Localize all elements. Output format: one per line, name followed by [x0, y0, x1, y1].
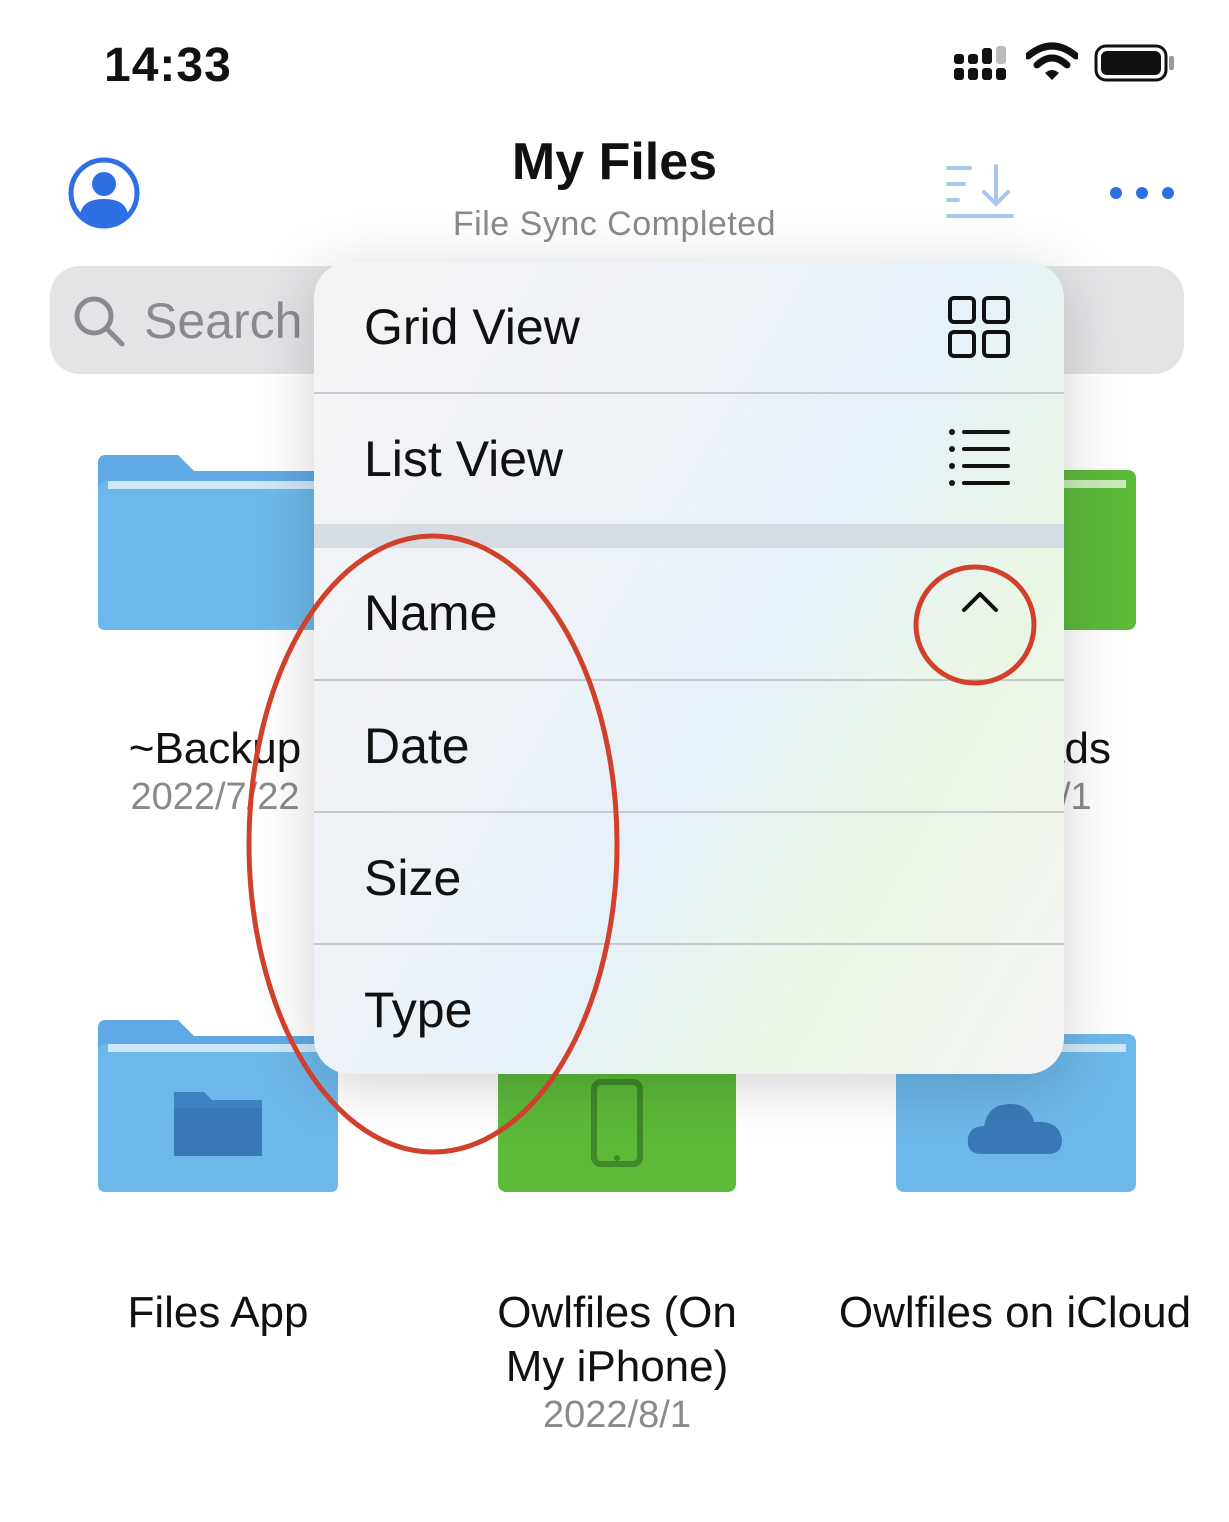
search-input[interactable]: Search [144, 292, 302, 350]
page-title: My Files [511, 133, 718, 191]
wifi-icon [1026, 42, 1078, 80]
folder-name: My iPhone) [505, 1342, 729, 1391]
folder-name: Files App [127, 1288, 309, 1337]
folder-name: Owlfiles (On [497, 1288, 737, 1337]
folder-date: 2022/8/1 [543, 1394, 691, 1436]
menu-item-grid-view[interactable]: Grid View [314, 262, 1064, 393]
menu-item-list-view[interactable]: List View [314, 394, 1064, 525]
list-icon [949, 429, 1010, 486]
grid-icon [948, 296, 1010, 358]
annotation-circle [913, 564, 1037, 686]
cellular-signal-icon [954, 46, 1006, 80]
annotation-ellipse [246, 533, 620, 1155]
folder-name: Owlfiles on iCloud [838, 1288, 1192, 1337]
status-time: 14:33 [104, 39, 232, 92]
sync-status: File Sync Completed [452, 205, 777, 243]
more-options-icon[interactable] [1108, 178, 1176, 208]
search-icon [74, 296, 125, 347]
menu-item-label: Grid View [364, 299, 580, 355]
sort-icon[interactable] [944, 160, 1016, 222]
battery-icon [1094, 44, 1174, 82]
folder-date: /1 [1060, 776, 1092, 818]
menu-item-label: List View [364, 431, 564, 487]
